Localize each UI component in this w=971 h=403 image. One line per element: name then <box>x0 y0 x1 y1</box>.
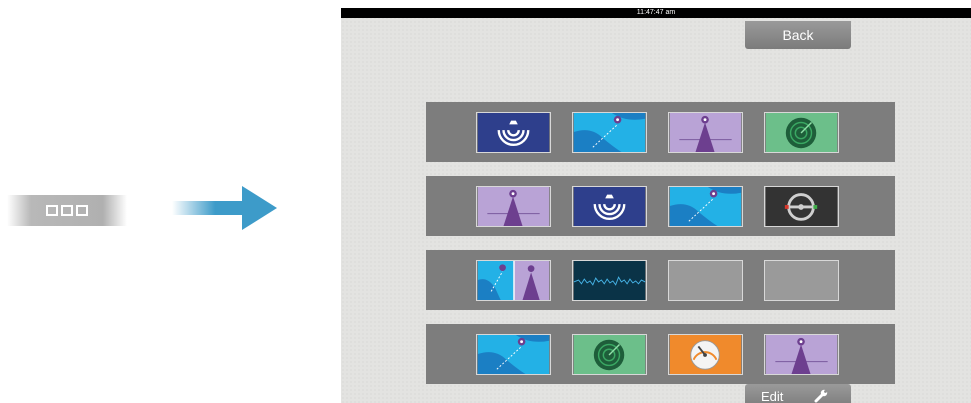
page-tile-chart[interactable] <box>572 112 647 153</box>
radar-overlay-icon <box>765 335 838 374</box>
chart-icon <box>669 187 742 226</box>
page-tile-chart[interactable] <box>668 186 743 227</box>
page-tile-sonar[interactable] <box>572 186 647 227</box>
chart-icon <box>477 335 550 374</box>
edit-button-label: Edit <box>761 388 784 403</box>
steering-wheel-icon <box>765 187 838 226</box>
page-tile-radar-overlay[interactable] <box>668 112 743 153</box>
page-tile-radar-overlay[interactable] <box>764 334 839 375</box>
page-tile-radar-overlay[interactable] <box>476 186 551 227</box>
status-bar-time: 11:47:47 am <box>341 8 971 18</box>
page-tile-autopilot[interactable] <box>764 186 839 227</box>
pages-screen: 11:47:47 am Back Edit <box>341 8 971 403</box>
page-tile-gauge[interactable] <box>668 334 743 375</box>
pages-icon <box>61 205 73 216</box>
page-tile-radar[interactable] <box>764 112 839 153</box>
pages-icon <box>76 205 88 216</box>
page-tile-chart[interactable] <box>476 334 551 375</box>
page-tile-empty[interactable] <box>764 260 839 301</box>
chart-icon <box>573 113 646 152</box>
gauge-icon <box>669 335 742 374</box>
waveform-icon <box>573 261 646 300</box>
radar-overlay-icon <box>477 187 550 226</box>
favorites-row-2 <box>426 176 895 236</box>
favorites-row-4 <box>426 324 895 384</box>
sonar-icon <box>477 113 550 152</box>
page-tile-radar[interactable] <box>572 334 647 375</box>
radar-overlay-icon <box>669 113 742 152</box>
chart-radar-split-icon <box>477 261 550 300</box>
pages-home-button[interactable] <box>7 195 127 226</box>
page-tile-empty[interactable] <box>668 260 743 301</box>
back-button[interactable]: Back <box>745 21 851 49</box>
page-tile-sonar-waveform[interactable] <box>572 260 647 301</box>
radar-icon <box>573 335 646 374</box>
favorites-row-3 <box>426 250 895 310</box>
favorites-row-1 <box>426 102 895 162</box>
page-tile-sonar[interactable] <box>476 112 551 153</box>
sonar-icon <box>573 187 646 226</box>
arrow-right-icon <box>172 186 277 230</box>
wrench-icon <box>814 389 828 403</box>
edit-button[interactable]: Edit <box>745 384 851 403</box>
radar-icon <box>765 113 838 152</box>
pages-icon <box>46 205 58 216</box>
page-tile-chart-radar-split[interactable] <box>476 260 551 301</box>
